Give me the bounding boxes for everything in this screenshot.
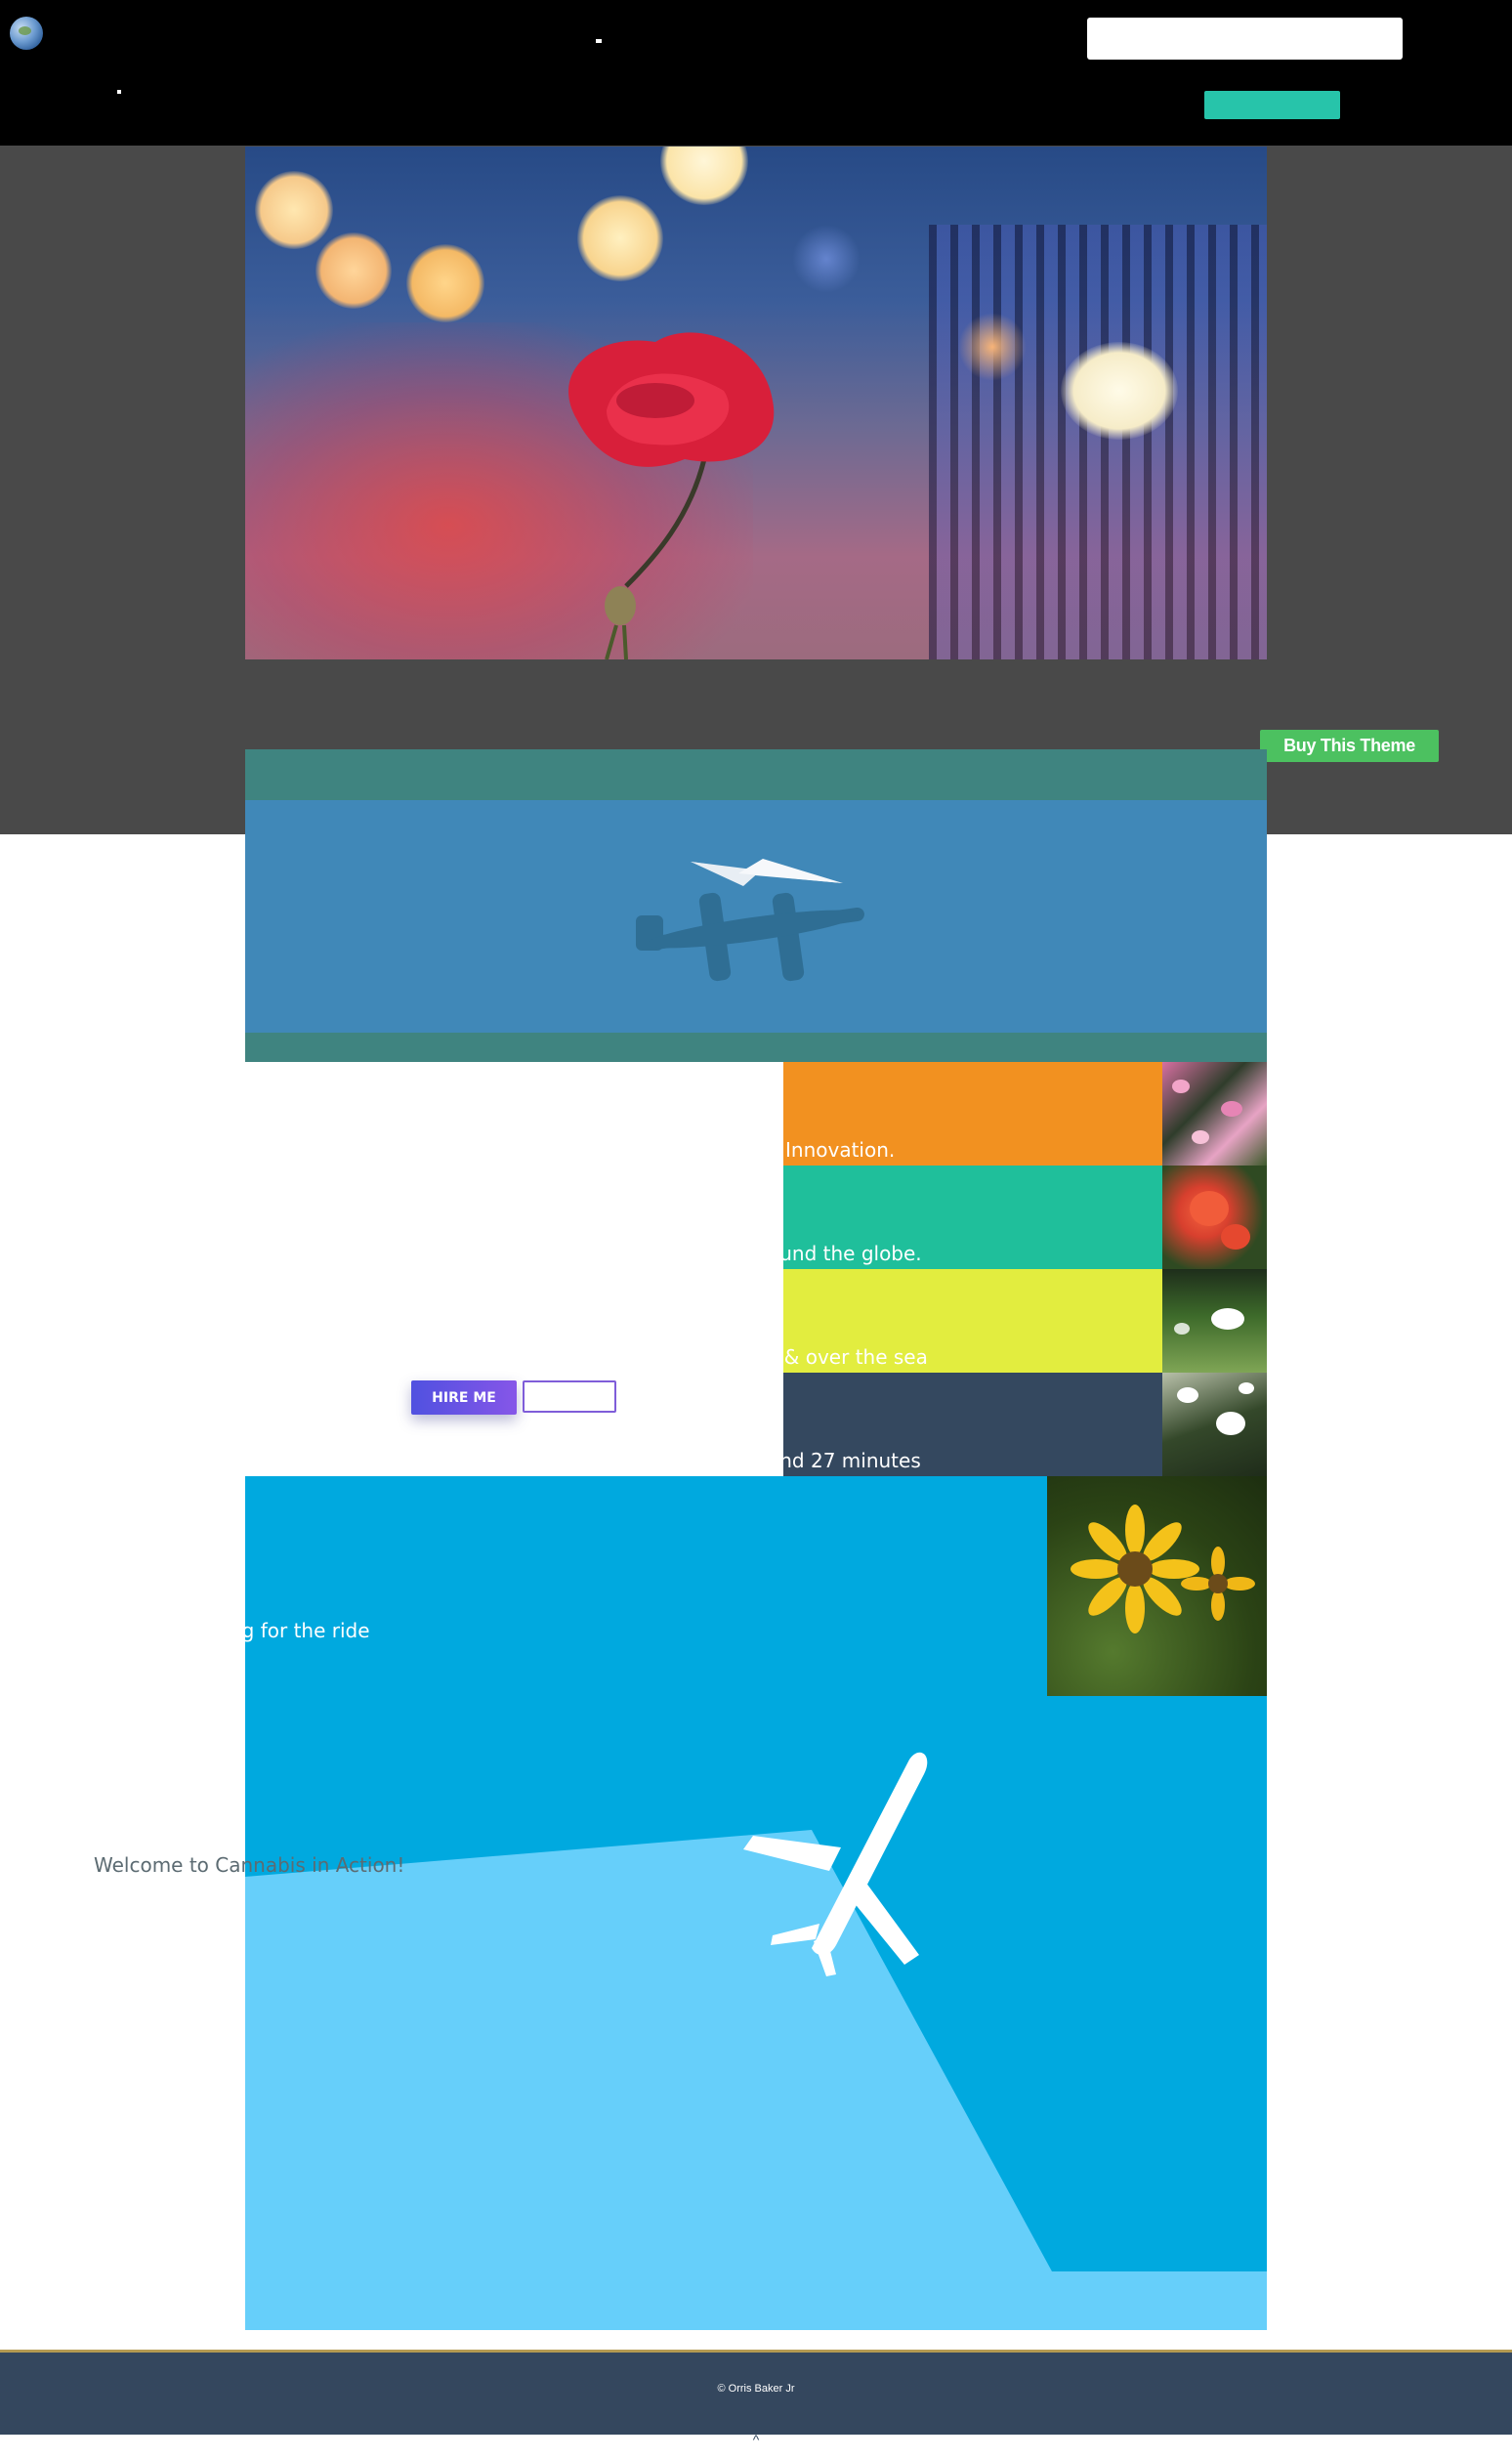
copyright-text: © Orris Baker Jr <box>717 2383 795 2395</box>
nav-dot-icon <box>117 90 121 94</box>
header-action-button[interactable] <box>1204 91 1340 119</box>
stat-tile-sea: s & over the sea <box>783 1269 1162 1373</box>
stat-text: Innovation. <box>785 1138 896 1162</box>
stat-tile-minutes: and 27 minutes <box>783 1373 1162 1476</box>
travel-tagline: ng for the ride <box>230 1619 370 1642</box>
buy-theme-button[interactable]: Buy This Theme <box>1260 730 1439 762</box>
poppy-flower-icon <box>568 332 775 467</box>
calla-lily-thumbnail[interactable] <box>1162 1269 1267 1373</box>
welcome-heading: Welcome to Cannabis in Action! <box>94 1853 405 1877</box>
stat-tile-globe: ound the globe. <box>783 1166 1162 1269</box>
paper-plane-image <box>245 800 1267 1033</box>
menu-caret-icon[interactable] <box>596 39 602 43</box>
white-flowers-thumbnail[interactable] <box>1162 1373 1267 1476</box>
stat-text: s & over the sea <box>783 1345 928 1369</box>
stat-tile-innovation: Innovation. <box>783 1062 1162 1166</box>
search-input[interactable] <box>1087 18 1403 60</box>
back-to-top-icon[interactable]: ^ <box>748 2432 764 2447</box>
globe-logo-icon[interactable] <box>10 17 43 50</box>
sunflower-thumbnail[interactable] <box>1047 1476 1267 1696</box>
hire-me-button[interactable]: HIRE ME <box>411 1380 517 1415</box>
stat-text: ound the globe. <box>783 1242 922 1265</box>
site-header <box>0 0 1512 147</box>
hero-poppy-image <box>245 147 1267 659</box>
red-flowers-thumbnail[interactable] <box>1162 1166 1267 1269</box>
pink-flowers-thumbnail[interactable] <box>1162 1062 1267 1166</box>
secondary-outline-button[interactable] <box>523 1380 616 1413</box>
stat-text: and 27 minutes <box>783 1449 921 1472</box>
